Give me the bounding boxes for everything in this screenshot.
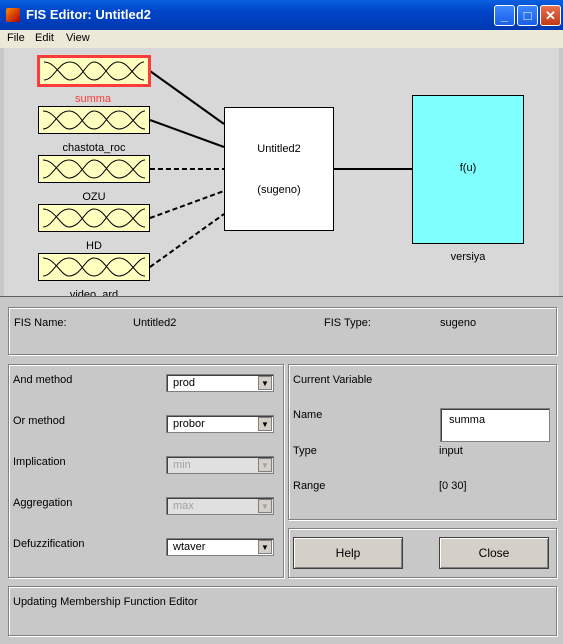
- implication-select: min ▼: [166, 456, 274, 474]
- fis-rules-block[interactable]: Untitled2 (sugeno): [224, 107, 334, 231]
- input-label-hd: HD: [86, 240, 102, 252]
- buttons-panel: Help Close: [288, 528, 557, 578]
- chevron-down-icon: ▼: [258, 376, 272, 390]
- variable-name-value: summa: [449, 414, 486, 426]
- status-text: Updating Membership Function Editor: [13, 596, 198, 608]
- variable-type-label: Type: [293, 445, 317, 457]
- variable-name-label: Name: [293, 409, 323, 421]
- menu-file[interactable]: File: [7, 32, 25, 44]
- chevron-down-icon: ▼: [258, 458, 272, 472]
- defuzzification-select[interactable]: wtaver ▼: [166, 538, 274, 556]
- close-window-icon[interactable]: ✕: [540, 5, 561, 26]
- fis-info-panel: FIS Name: Untitled2 FIS Type: sugeno: [8, 307, 557, 355]
- input-block-summa[interactable]: [37, 55, 151, 87]
- aggregation-value: max: [173, 500, 194, 512]
- membership-function-icon: [42, 159, 146, 179]
- membership-function-icon: [42, 110, 146, 130]
- and-method-label: And method: [13, 374, 73, 386]
- and-method-value: prod: [173, 377, 196, 389]
- or-method-value: probor: [173, 418, 205, 430]
- chevron-down-icon: ▼: [258, 540, 272, 554]
- input-label-video-ard: video_ard: [69, 289, 119, 296]
- fis-block-type: (sugeno): [257, 184, 301, 196]
- input-label-ozu: OZU: [82, 191, 106, 203]
- fis-type-value: sugeno: [440, 317, 477, 329]
- fis-diagram: summa chastota_roc OZU HD video_ard Unti…: [4, 48, 559, 296]
- help-button[interactable]: Help: [293, 537, 403, 569]
- menu-bar: File Edit View: [0, 30, 563, 48]
- fis-block-name: Untitled2: [257, 143, 301, 155]
- defuzzification-value: wtaver: [173, 541, 206, 553]
- membership-function-icon: [42, 208, 146, 228]
- input-block-hd[interactable]: [38, 204, 150, 232]
- input-block-ozu[interactable]: [38, 155, 150, 183]
- fis-type-label: FIS Type:: [324, 317, 371, 329]
- or-method-select[interactable]: probor ▼: [166, 415, 274, 433]
- membership-function-icon: [42, 257, 146, 277]
- aggregation-label: Aggregation: [13, 497, 73, 509]
- fis-name-label: FIS Name:: [14, 317, 67, 329]
- input-block-chastota-roc[interactable]: [38, 106, 150, 134]
- or-method-label: Or method: [13, 415, 65, 427]
- window-title: FIS Editor: Untitled2: [26, 7, 151, 22]
- input-label-summa: summa: [74, 93, 112, 105]
- divider: [0, 296, 563, 297]
- minimize-icon[interactable]: _: [494, 5, 515, 26]
- close-button[interactable]: Close: [439, 537, 549, 569]
- menu-edit[interactable]: Edit: [35, 32, 54, 44]
- defuzzification-label: Defuzzification: [13, 538, 85, 550]
- variable-name-field[interactable]: summa: [440, 408, 550, 442]
- chevron-down-icon: ▼: [258, 499, 272, 513]
- methods-panel: And method prod ▼ Or method probor ▼ Imp…: [8, 364, 284, 578]
- and-method-select[interactable]: prod ▼: [166, 374, 274, 392]
- chevron-down-icon: ▼: [258, 417, 272, 431]
- matlab-app-icon: [6, 8, 20, 22]
- output-label: versiya: [450, 251, 486, 263]
- output-function: f(u): [459, 162, 477, 174]
- title-bar: FIS Editor: Untitled2 _ □ ✕: [0, 0, 563, 30]
- membership-function-icon: [43, 61, 145, 81]
- current-variable-header: Current Variable: [293, 374, 373, 386]
- menu-view[interactable]: View: [66, 32, 90, 44]
- current-variable-panel: Current Variable Name summa Type input R…: [288, 364, 557, 520]
- input-block-video-ard[interactable]: [38, 253, 150, 281]
- implication-value: min: [173, 459, 191, 471]
- maximize-icon[interactable]: □: [517, 5, 538, 26]
- status-panel: Updating Membership Function Editor: [8, 586, 557, 636]
- implication-label: Implication: [13, 456, 66, 468]
- input-label-chastota-roc: chastota_roc: [62, 142, 126, 154]
- aggregation-select: max ▼: [166, 497, 274, 515]
- variable-range-label: Range: [293, 480, 326, 492]
- fis-name-value: Untitled2: [133, 317, 177, 329]
- variable-range-value: [0 30]: [439, 480, 467, 492]
- output-block-versiya[interactable]: f(u): [412, 95, 524, 244]
- variable-type-value: input: [439, 445, 463, 457]
